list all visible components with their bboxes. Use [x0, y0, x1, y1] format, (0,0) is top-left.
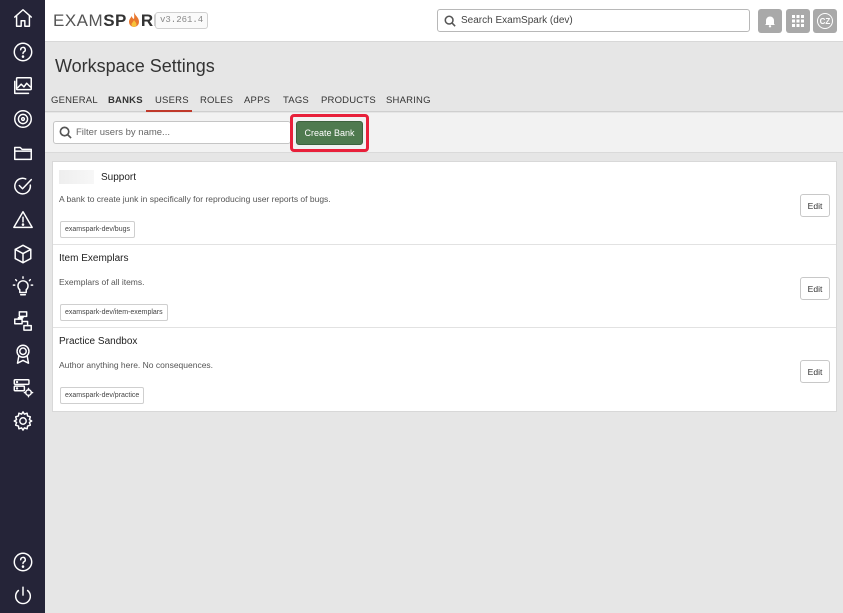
alert-triangle-icon[interactable]	[12, 209, 34, 231]
notifications-button[interactable]	[758, 9, 782, 33]
tab-general[interactable]: GENERAL	[51, 95, 98, 106]
filter-field[interactable]	[53, 121, 291, 144]
version-badge: v3.261.4	[155, 12, 209, 29]
user-avatar-button[interactable]: CZ	[813, 9, 837, 33]
page-title: Workspace Settings	[55, 56, 215, 76]
bank-description: Author anything here. No consequences.	[59, 360, 214, 370]
bank-description: A bank to create junk in specifically fo…	[59, 194, 331, 204]
tab-apps[interactable]: APPS	[244, 95, 270, 106]
power-icon[interactable]	[12, 585, 34, 607]
bank-name: Item Exemplars	[59, 253, 129, 264]
avatar: CZ	[817, 13, 833, 29]
bank-name: Practice Sandbox	[59, 336, 138, 347]
bank-name: Support	[101, 171, 137, 183]
edit-bank-button[interactable]: Edit	[800, 194, 830, 217]
bank-row: Practice Sandbox Author anything here. N…	[53, 328, 836, 411]
search-icon	[444, 15, 456, 27]
filter-users-input[interactable]	[76, 127, 286, 138]
edit-bank-button[interactable]: Edit	[800, 277, 830, 300]
bank-logo-placeholder	[59, 170, 94, 184]
tab-tags[interactable]: TAGS	[283, 95, 309, 106]
examspark-logo[interactable]: EXAMSP RK	[53, 10, 166, 32]
apps-grid-button[interactable]	[786, 9, 810, 33]
search-input[interactable]	[461, 15, 741, 26]
check-circle-icon[interactable]	[12, 175, 34, 197]
edit-bank-button[interactable]: Edit	[800, 360, 830, 383]
bank-row: Item Exemplars Exemplars of all items. e…	[53, 245, 836, 328]
logo-text: EXAMSP RK	[53, 11, 167, 30]
bank-path-tag: examspark-dev/practice	[60, 387, 145, 404]
target-icon[interactable]	[12, 108, 34, 130]
home-icon[interactable]	[12, 7, 34, 29]
images-icon[interactable]	[12, 75, 34, 97]
tab-users[interactable]: USERS	[155, 95, 189, 106]
search-icon	[59, 126, 72, 139]
global-search[interactable]	[437, 9, 750, 32]
help-circle-icon[interactable]	[12, 551, 34, 573]
top-bar: EXAMSPRK v3.261.4 CZ	[45, 0, 843, 42]
cube-icon[interactable]	[12, 243, 34, 265]
filter-bar: Create Bank	[45, 113, 843, 153]
gear-icon[interactable]	[12, 410, 34, 432]
help-circle-icon[interactable]	[12, 41, 34, 63]
award-icon[interactable]	[12, 343, 34, 365]
flame-icon	[128, 12, 139, 27]
create-bank-button[interactable]: Create Bank	[296, 121, 363, 145]
bank-description: Exemplars of all items.	[59, 277, 145, 287]
tab-roles[interactable]: ROLES	[200, 95, 233, 106]
grid-icon	[792, 15, 804, 27]
tab-sharing[interactable]: SHARING	[386, 95, 431, 106]
tab-products[interactable]: PRODUCTS	[321, 95, 376, 106]
active-tab-indicator	[146, 110, 192, 112]
bank-list: Support A bank to create junk in specifi…	[52, 161, 837, 412]
bank-row: Support A bank to create junk in specifi…	[53, 162, 836, 245]
settings-tabs: GENERAL BANKS USERS ROLES APPS TAGS PROD…	[45, 90, 843, 112]
bank-path-tag: examspark-dev/bugs	[60, 221, 135, 238]
folder-icon[interactable]	[12, 142, 34, 164]
lightbulb-icon[interactable]	[12, 276, 34, 298]
bell-icon	[765, 16, 775, 28]
sidebar	[0, 0, 45, 613]
tab-banks[interactable]: BANKS	[108, 95, 143, 106]
server-settings-icon[interactable]	[12, 377, 34, 399]
flowchart-icon[interactable]	[12, 310, 34, 332]
bank-path-tag: examspark-dev/item-exemplars	[60, 304, 168, 321]
